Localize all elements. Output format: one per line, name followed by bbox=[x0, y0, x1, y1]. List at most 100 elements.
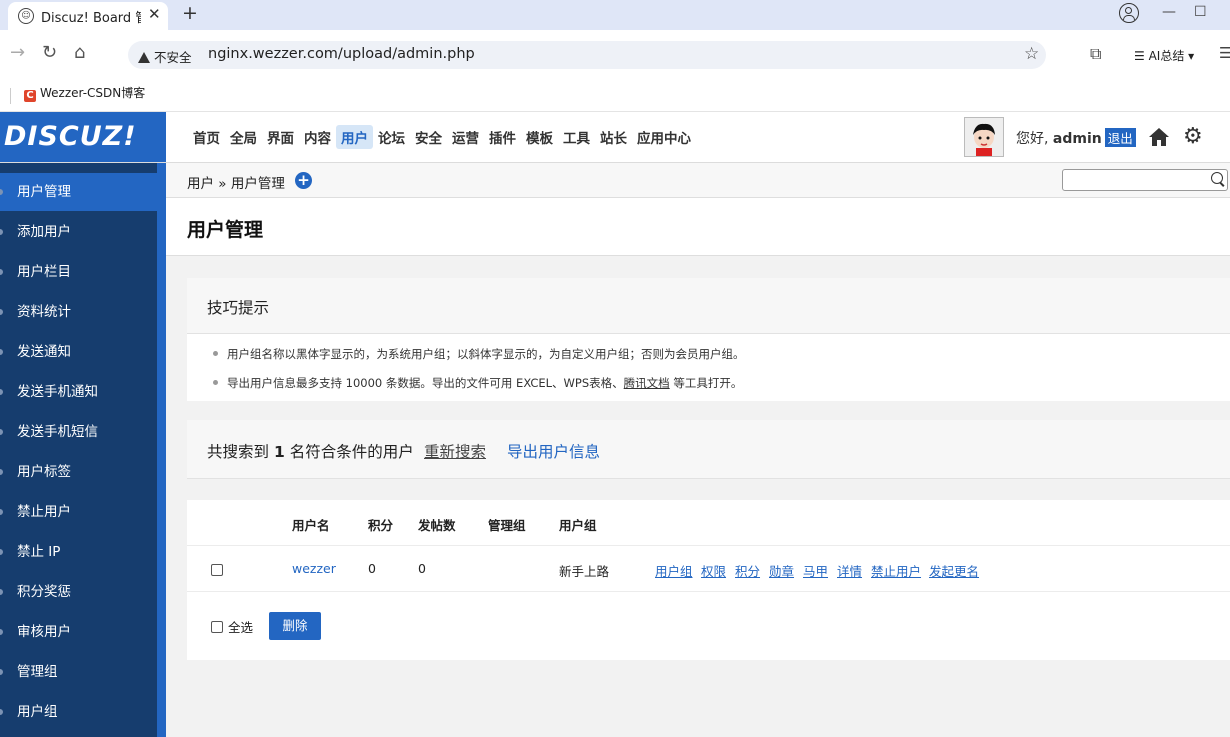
home-icon[interactable] bbox=[1148, 127, 1170, 151]
action-permission-link[interactable]: 权限 bbox=[701, 561, 726, 580]
sidebar-item-admin-groups[interactable]: 管理组 bbox=[0, 653, 157, 691]
sidebar: 用户管理 添加用户 用户栏目 资料统计 发送通知 发送手机通知 发送手机短信 用… bbox=[0, 163, 166, 737]
csdn-icon: C bbox=[24, 90, 36, 102]
bookmark-star-icon[interactable]: ☆ bbox=[1024, 44, 1039, 64]
sidebar-item-send-mobile-notice[interactable]: 发送手机通知 bbox=[0, 373, 157, 411]
topnav-item-plugin[interactable]: 插件 bbox=[484, 125, 521, 149]
breadcrumb: 用户 » 用户管理 bbox=[187, 172, 285, 192]
user-greeting: 您好, admin 退出 bbox=[1016, 128, 1136, 148]
back-icon[interactable]: → bbox=[10, 42, 25, 63]
sidebar-item-ban-user[interactable]: 禁止用户 bbox=[0, 493, 157, 531]
action-medals-link[interactable]: 勋章 bbox=[769, 561, 794, 580]
bookmark-wezzer-csdn[interactable]: C Wezzer-CSDN博客 bbox=[24, 84, 145, 102]
gear-icon[interactable]: ⚙ bbox=[1183, 126, 1203, 148]
close-tab-icon[interactable]: ✕ bbox=[148, 5, 161, 23]
tips-header: 技巧提示 bbox=[187, 278, 1230, 334]
sidebar-item-moderate-users[interactable]: 审核用户 bbox=[0, 613, 157, 651]
top-navigation: 首页 全局 界面 内容 用户 论坛 安全 运营 插件 模板 工具 站长 应用中心 bbox=[188, 125, 696, 149]
tencent-docs-link[interactable]: 腾讯文档 bbox=[624, 376, 670, 390]
export-users-link[interactable]: 导出用户信息 bbox=[507, 440, 600, 462]
page-title: 用户管理 bbox=[187, 219, 264, 241]
page-title-bar: 用户管理 bbox=[166, 198, 1230, 256]
breadcrumb-separator: » bbox=[218, 176, 227, 192]
action-rename-link[interactable]: 发起更名 bbox=[929, 561, 979, 580]
action-sockpuppet-link[interactable]: 马甲 bbox=[803, 561, 828, 580]
topnav-item-safe[interactable]: 安全 bbox=[410, 125, 447, 149]
tips-panel: 技巧提示 用户组名称以黑体字显示的，为系统用户组；以斜体字显示的，为自定义用户组… bbox=[187, 278, 1230, 401]
delete-button[interactable]: 删除 bbox=[269, 612, 321, 640]
browser-menu-icon[interactable]: ☰ bbox=[1219, 44, 1230, 62]
topnav-item-user[interactable]: 用户 bbox=[336, 125, 373, 149]
discuz-logo[interactable]: DISCUZ! bbox=[0, 112, 166, 162]
omnibox[interactable]: 不安全 nginx.wezzer.com/upload/admin.php ☆ bbox=[128, 41, 1046, 69]
topnav-item-cloud[interactable]: 应用中心 bbox=[632, 125, 696, 149]
header-divider bbox=[187, 545, 1230, 546]
sidebar-item-send-notice[interactable]: 发送通知 bbox=[0, 333, 157, 371]
reload-icon[interactable]: ↻ bbox=[42, 42, 57, 63]
column-header-credits: 积分 bbox=[368, 518, 394, 533]
topnav-item-style[interactable]: 界面 bbox=[262, 125, 299, 149]
row-posts: 0 bbox=[418, 561, 426, 576]
row-divider bbox=[187, 591, 1230, 592]
select-all-checkbox[interactable] bbox=[211, 621, 223, 633]
admin-search-input[interactable] bbox=[1062, 169, 1228, 191]
action-credits-link[interactable]: 积分 bbox=[735, 561, 760, 580]
re-search-link[interactable]: 重新搜索 bbox=[424, 440, 486, 462]
new-tab-icon[interactable]: + bbox=[182, 2, 198, 24]
browser-tab[interactable]: ☺ Discuz! Board 管理 ✕ bbox=[8, 2, 168, 30]
sidebar-item-add-user[interactable]: 添加用户 bbox=[0, 213, 157, 251]
row-credits: 0 bbox=[368, 561, 376, 576]
profile-icon[interactable] bbox=[1119, 3, 1139, 23]
sidebar-item-credits-reward[interactable]: 积分奖惩 bbox=[0, 573, 157, 611]
sidebar-item-profile-stats[interactable]: 资料统计 bbox=[0, 293, 157, 331]
sidebar-item-user-tags[interactable]: 用户标签 bbox=[0, 453, 157, 491]
search-icon[interactable] bbox=[1211, 172, 1223, 184]
logout-button[interactable]: 退出 bbox=[1104, 128, 1136, 147]
sidebar-item-ban-ip[interactable]: 禁止 IP bbox=[0, 533, 157, 571]
admin-header: DISCUZ! 首页 全局 界面 内容 用户 论坛 安全 运营 插件 模板 工具 站长 应用中心 您好,… bbox=[0, 112, 1230, 163]
row-checkbox[interactable] bbox=[211, 564, 223, 576]
maximize-icon[interactable]: ☐ bbox=[1194, 4, 1207, 20]
breadcrumb-current: 用户管理 bbox=[230, 176, 285, 192]
security-indicator[interactable]: 不安全 bbox=[138, 47, 192, 66]
breadcrumb-bar: 用户 » 用户管理 + bbox=[166, 163, 1230, 198]
sidebar-item-user-groups[interactable]: 用户组 bbox=[0, 693, 157, 731]
admin-username: admin bbox=[1052, 131, 1102, 147]
add-shortcut-icon[interactable]: + bbox=[295, 172, 312, 189]
sidebar-item-send-sms[interactable]: 发送手机短信 bbox=[0, 413, 157, 451]
avatar-icon bbox=[965, 118, 1003, 156]
bookmarks-separator bbox=[10, 88, 11, 104]
select-all-label[interactable]: 全选 bbox=[228, 617, 253, 636]
action-usergroup-link[interactable]: 用户组 bbox=[655, 561, 693, 580]
browser-tab-bar: ☺ Discuz! Board 管理 ✕ + — ☐ bbox=[0, 0, 1230, 30]
topnav-item-extended[interactable]: 运营 bbox=[447, 125, 484, 149]
minimize-icon[interactable]: — bbox=[1162, 4, 1176, 20]
home-browser-icon[interactable]: ⌂ bbox=[74, 42, 85, 63]
topnav-item-founder[interactable]: 站长 bbox=[595, 125, 632, 149]
breadcrumb-root[interactable]: 用户 bbox=[187, 176, 214, 192]
topnav-item-home[interactable]: 首页 bbox=[188, 125, 225, 149]
tips-title: 技巧提示 bbox=[207, 299, 270, 317]
topnav-item-forum[interactable]: 论坛 bbox=[373, 125, 410, 149]
warning-icon bbox=[138, 52, 150, 63]
sidebar-item-user-columns[interactable]: 用户栏目 bbox=[0, 253, 157, 291]
topnav-item-tools[interactable]: 工具 bbox=[558, 125, 595, 149]
browser-tab-title: Discuz! Board 管理 bbox=[41, 11, 141, 26]
topnav-item-template[interactable]: 模板 bbox=[521, 125, 558, 149]
extensions-icon[interactable]: ⧉ bbox=[1090, 44, 1101, 64]
search-result-bar: 共搜索到 1 名符合条件的用户 重新搜索 导出用户信息 bbox=[187, 420, 1230, 479]
tip-line-2: 导出用户信息最多支持 10000 条数据。导出的文件可用 EXCEL、WPS表格… bbox=[212, 376, 743, 390]
column-header-username: 用户名 bbox=[292, 518, 330, 533]
topnav-item-content[interactable]: 内容 bbox=[299, 125, 336, 149]
result-count: 1 bbox=[273, 443, 285, 461]
action-details-link[interactable]: 详情 bbox=[837, 561, 862, 580]
url-text[interactable]: nginx.wezzer.com/upload/admin.php bbox=[208, 46, 475, 62]
row-username-link[interactable]: wezzer bbox=[292, 561, 336, 576]
avatar[interactable] bbox=[964, 117, 1004, 157]
user-table: 用户名 积分 发帖数 管理组 用户组 wezzer 0 0 新手上路 用户组 权… bbox=[187, 500, 1230, 660]
ai-summary-button[interactable]: ☰ AI总结 ▾ bbox=[1134, 47, 1194, 64]
sidebar-item-user-manage[interactable]: 用户管理 bbox=[0, 173, 157, 211]
topnav-item-global[interactable]: 全局 bbox=[225, 125, 262, 149]
action-ban-user-link[interactable]: 禁止用户 bbox=[871, 561, 921, 580]
column-header-usergroup: 用户组 bbox=[559, 518, 597, 533]
